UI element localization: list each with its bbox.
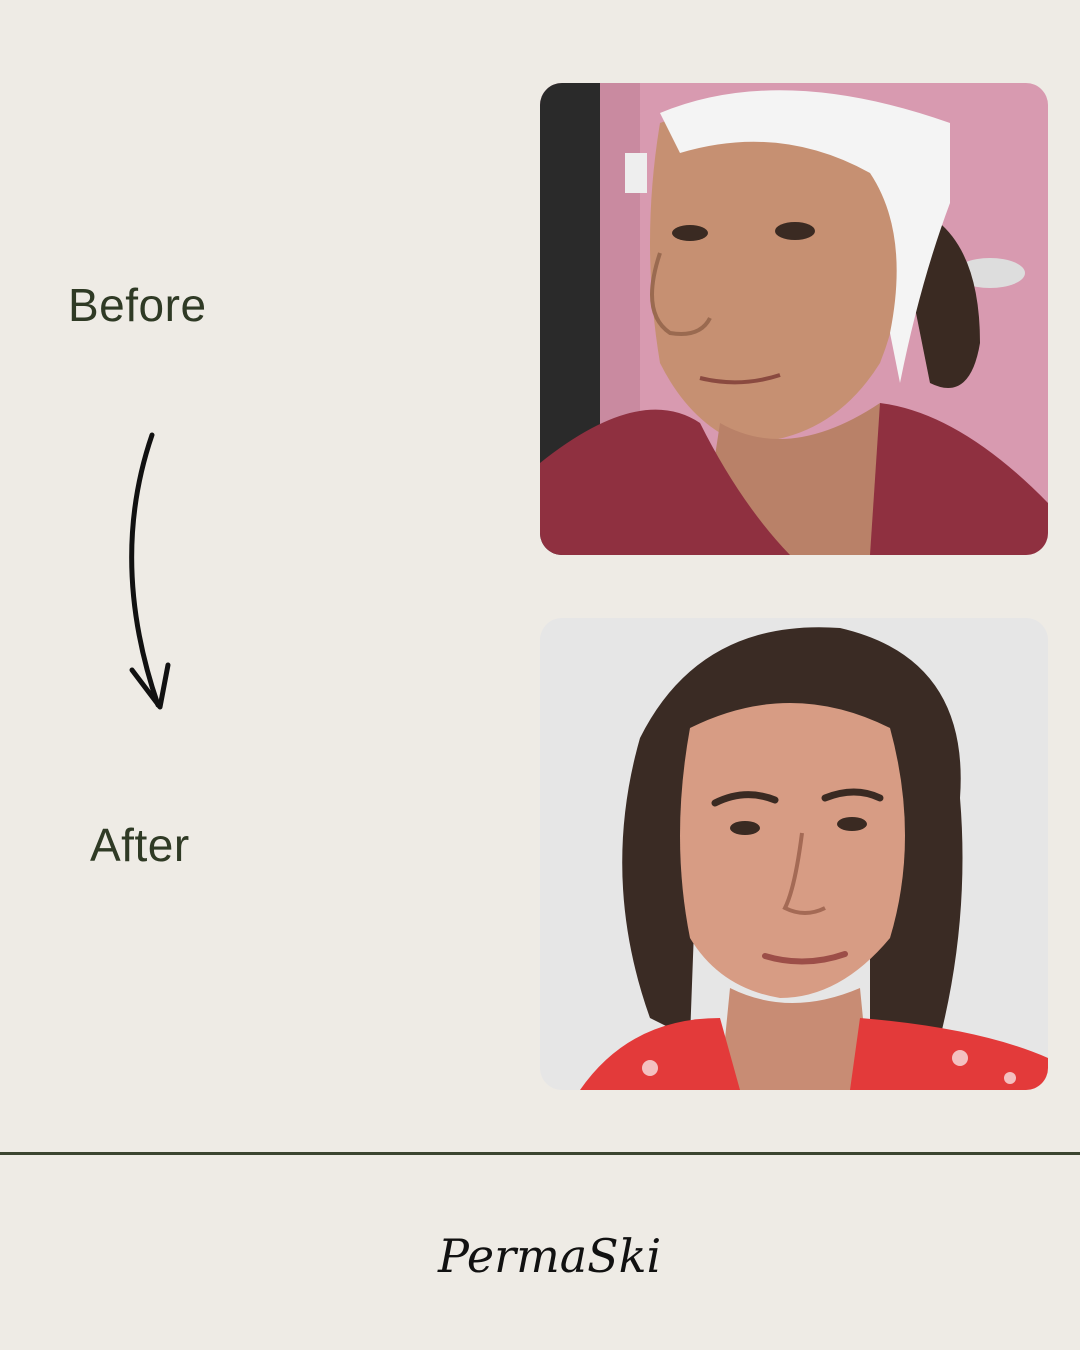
arrow-down-icon [129, 432, 171, 710]
after-label: After [90, 819, 190, 871]
svg-text:PermaSkin: PermaSkin [437, 1229, 660, 1283]
before-photo [540, 83, 1048, 555]
after-photo [540, 618, 1048, 1090]
divider [0, 1152, 1080, 1155]
permaskin-logo: PermaSkin [437, 1229, 660, 1283]
before-label: Before [68, 279, 207, 331]
